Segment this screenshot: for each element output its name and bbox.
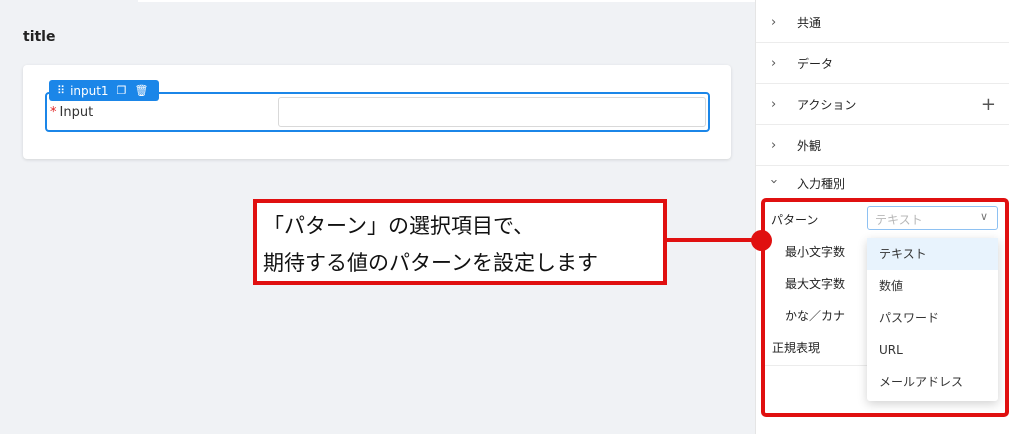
component-tag[interactable]: ⠿ input1 ❐ 🗑	[49, 80, 159, 101]
section-data[interactable]: › データ	[756, 43, 1009, 84]
annotation-line-2: 期待する値のパターンを設定します	[263, 251, 598, 275]
required-mark: *	[50, 105, 57, 120]
chevron-right-icon: ›	[771, 14, 777, 30]
section-action[interactable]: › アクション +	[756, 84, 1009, 125]
section-label: データ	[797, 56, 834, 71]
annotation-callout: 「パターン」の選択項目で、 期待する値のパターンを設定します	[253, 199, 667, 285]
component-name: input1	[70, 83, 109, 98]
copy-icon[interactable]: ❐	[117, 84, 127, 97]
section-label: 入力種別	[797, 176, 846, 191]
chevron-right-icon: ›	[771, 55, 777, 71]
annotation-dot	[751, 230, 772, 251]
section-label: 外観	[797, 138, 822, 153]
canvas-top-border	[138, 0, 755, 2]
add-action-icon[interactable]: +	[981, 94, 996, 115]
annotation-connector	[667, 238, 760, 242]
input-text-box[interactable]	[278, 97, 706, 127]
section-input-type[interactable]: › 入力種別	[756, 166, 1009, 200]
annotation-line-1: 「パターン」の選択項目で、	[263, 214, 535, 238]
drag-handle-icon[interactable]: ⠿	[57, 84, 65, 97]
input-label-text: Input	[59, 105, 94, 120]
section-appearance[interactable]: › 外観	[756, 125, 1009, 166]
chevron-down-icon: ›	[766, 178, 782, 185]
form-title: title	[23, 29, 56, 45]
input-field-label: * Input	[50, 105, 93, 120]
trash-icon[interactable]: 🗑	[134, 84, 148, 97]
annotation-highlight-box	[761, 198, 1009, 417]
section-label: アクション	[797, 97, 857, 112]
section-common[interactable]: › 共通	[756, 2, 1009, 43]
chevron-right-icon: ›	[771, 96, 777, 112]
section-label: 共通	[797, 15, 822, 30]
chevron-right-icon: ›	[771, 137, 777, 153]
